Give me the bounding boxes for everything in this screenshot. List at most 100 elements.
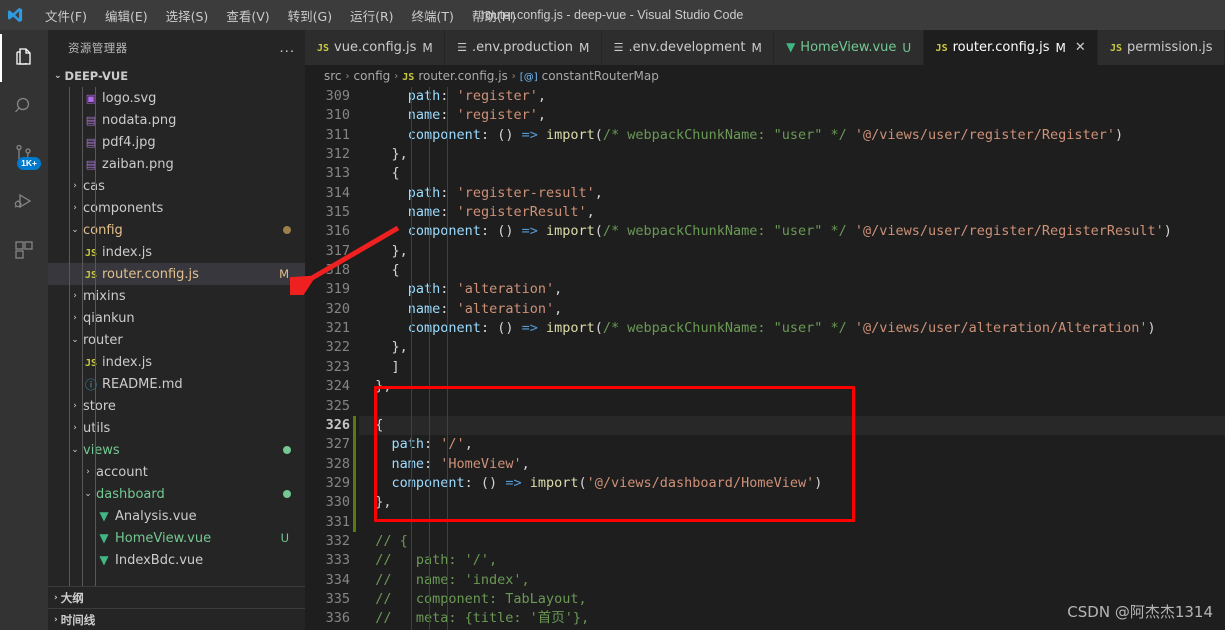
code-line[interactable]: // name: 'index', — [359, 571, 1225, 590]
file-tree[interactable]: ▣ logo.svg ▤ nodata.png ▤ pdf4.jpg ▤ zaiban.png… — [48, 87, 305, 586]
tree-file-logo-svg[interactable]: ▣ logo.svg — [48, 87, 305, 109]
code-line[interactable]: // path: '/', — [359, 551, 1225, 570]
menu-edit[interactable]: 编辑(E) — [96, 2, 157, 29]
timeline-section[interactable]: › 时间线 — [48, 608, 305, 630]
code-line[interactable]: component: () => import(/* webpackChunkN… — [359, 126, 1225, 145]
code-line[interactable]: name: 'register', — [359, 106, 1225, 125]
line-number-gutter: 309 310 311 312 313 314 315 316 317 318 319 320 321 3… — [305, 87, 359, 630]
tree-folder-mixins[interactable]: › mixins — [48, 285, 305, 307]
code-line[interactable]: // { — [359, 532, 1225, 551]
image-file-icon: ▤ — [85, 113, 97, 127]
code-line[interactable] — [359, 513, 1225, 532]
breadcrumb-item-router-config-js[interactable]: JS router.config.js — [402, 69, 508, 83]
line-number: 324 — [325, 378, 350, 395]
code-content[interactable]: path: 'register', name: 'register', comp… — [359, 87, 1225, 630]
menu-selection[interactable]: 选择(S) — [157, 2, 218, 29]
code-line[interactable]: name: 'registerResult', — [359, 203, 1225, 222]
tree-folder-config[interactable]: ⌄ config — [48, 219, 305, 241]
js-file-icon: JS — [1109, 43, 1123, 54]
tree-item-label: logo.svg — [102, 90, 157, 106]
editor-tab--env-production[interactable]: ☰ .env.production M — [445, 30, 602, 65]
breadcrumb[interactable]: src › config › JS router.config.js › [@] constan… — [305, 65, 1225, 87]
tree-file-zaiban-png[interactable]: ▤ zaiban.png — [48, 153, 305, 175]
menu-go[interactable]: 转到(G) — [279, 2, 341, 29]
line-number: 336 — [325, 610, 350, 627]
tree-folder-account[interactable]: › account — [48, 461, 305, 483]
code-line[interactable]: { — [359, 164, 1225, 183]
tab-label: HomeView.vue — [800, 40, 897, 55]
tree-file-index-js[interactable]: JS index.js — [48, 241, 305, 263]
editor-tab-permission-js[interactable]: JS permission.js — [1097, 30, 1225, 65]
code-line[interactable]: component: () => import('@/views/dashboa… — [359, 474, 1225, 493]
menu-run[interactable]: 运行(R) — [341, 2, 402, 29]
editor-tab-homeview-vue[interactable]: ▼ HomeView.vue U — [774, 30, 924, 65]
breadcrumb-item-config[interactable]: config — [354, 69, 391, 83]
search-icon[interactable] — [0, 82, 48, 130]
line-number: 318 — [325, 262, 350, 279]
line-number: 311 — [325, 126, 350, 143]
tree-file-readme-md[interactable]: ⓘ README.md — [48, 373, 305, 395]
tree-file-nodata-png[interactable]: ▤ nodata.png — [48, 109, 305, 131]
code-line[interactable]: name: 'alteration', — [359, 300, 1225, 319]
menu-bar[interactable]: 文件(F) 编辑(E) 选择(S) 查看(V) 转到(G) 运行(R) 终端(T… — [36, 2, 525, 29]
tree-folder-qiankun[interactable]: › qiankun — [48, 307, 305, 329]
code-editor[interactable]: 309 310 311 312 313 314 315 316 317 318 319 320 321 3… — [305, 87, 1225, 630]
editor-tab-router-config-js[interactable]: JS router.config.js M ✕ — [923, 30, 1098, 65]
tree-item-label: store — [83, 398, 116, 414]
tree-folder-components[interactable]: › components — [48, 197, 305, 219]
code-line[interactable]: { — [359, 415, 1225, 436]
chevron-down-icon: ⌄ — [71, 335, 79, 345]
tree-item-label: qiankun — [83, 310, 135, 326]
code-line[interactable]: { — [359, 261, 1225, 280]
code-line[interactable]: name: 'HomeView', — [359, 455, 1225, 474]
run-and-debug-icon[interactable] — [0, 178, 48, 226]
tree-file-homeview-vue[interactable]: ▼ HomeView.vue U — [48, 527, 305, 549]
code-line[interactable]: component: () => import(/* webpackChunkN… — [359, 319, 1225, 338]
code-line[interactable]: path: 'alteration', — [359, 280, 1225, 299]
vue-file-icon: ▼ — [99, 509, 109, 523]
menu-file[interactable]: 文件(F) — [36, 2, 96, 29]
outline-section[interactable]: › 大纲 — [48, 586, 305, 608]
code-line[interactable]: }, — [359, 338, 1225, 357]
line-number: 315 — [325, 204, 350, 221]
breadcrumb-item-constantroutermap[interactable]: [@] constantRouterMap — [520, 69, 659, 83]
breadcrumb-item-src[interactable]: src — [324, 69, 342, 83]
tree-folder-utils[interactable]: › utils — [48, 417, 305, 439]
code-line[interactable]: ] — [359, 358, 1225, 377]
code-line[interactable]: path: '/', — [359, 435, 1225, 454]
code-line[interactable]: }, — [359, 377, 1225, 396]
tree-folder-dashboard[interactable]: ⌄ dashboard — [48, 483, 305, 505]
source-control-icon[interactable]: 1K+ — [0, 130, 48, 178]
code-line[interactable]: }, — [359, 242, 1225, 261]
tree-file-index-js[interactable]: JS index.js — [48, 351, 305, 373]
tree-folder-views[interactable]: ⌄ views — [48, 439, 305, 461]
extensions-icon[interactable] — [0, 226, 48, 274]
code-line[interactable]: path: 'register', — [359, 87, 1225, 106]
js-file-icon: JS — [317, 43, 330, 54]
tree-file-indexbdc-vue[interactable]: ▼ IndexBdc.vue — [48, 549, 305, 571]
code-line[interactable]: path: 'register-result', — [359, 184, 1225, 203]
tree-folder-router[interactable]: ⌄ router — [48, 329, 305, 351]
tree-file-analysis-vue[interactable]: ▼ Analysis.vue — [48, 505, 305, 527]
code-line[interactable]: }, — [359, 493, 1225, 512]
more-actions-icon[interactable]: ... — [279, 40, 295, 55]
activity-bar: 1K+ — [0, 30, 48, 630]
tree-file-router-config-js[interactable]: JS router.config.js M — [48, 263, 305, 285]
breadcrumb-label: router.config.js — [418, 69, 508, 83]
explorer-icon[interactable] — [0, 34, 48, 82]
editor-tab--env-development[interactable]: ☰ .env.development M — [601, 30, 775, 65]
tab-close-icon[interactable]: ✕ — [1075, 40, 1086, 55]
code-line[interactable]: }, — [359, 145, 1225, 164]
code-line[interactable] — [359, 397, 1225, 416]
editor-tabs[interactable]: JS vue.config.js M ☰ .env.production M ☰ .env.d… — [305, 30, 1225, 65]
menu-help[interactable]: 帮助(H) — [463, 2, 525, 29]
workspace-root-row[interactable]: ⌄ DEEP-VUE — [48, 65, 305, 87]
tree-file-pdf4-jpg[interactable]: ▤ pdf4.jpg — [48, 131, 305, 153]
tree-folder-store[interactable]: › store — [48, 395, 305, 417]
editor-tab-vue-config-js[interactable]: JS vue.config.js M — [305, 30, 446, 65]
code-indent-guide — [447, 87, 448, 630]
menu-terminal[interactable]: 终端(T) — [403, 2, 463, 29]
tree-folder-cas[interactable]: › cas — [48, 175, 305, 197]
code-line[interactable]: component: () => import(/* webpackChunkN… — [359, 222, 1225, 241]
menu-view[interactable]: 查看(V) — [217, 2, 278, 29]
